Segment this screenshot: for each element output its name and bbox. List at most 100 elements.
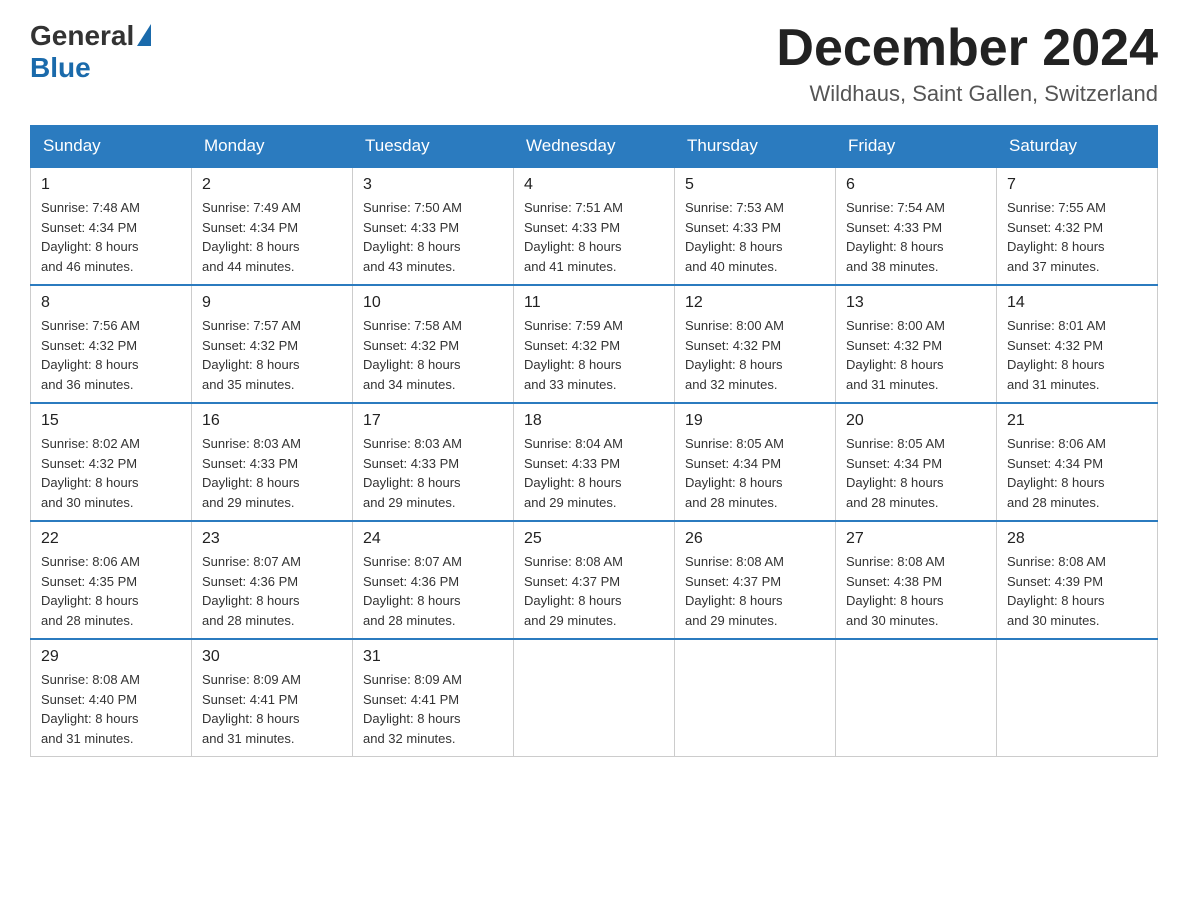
calendar-day-cell: 2 Sunrise: 7:49 AMSunset: 4:34 PMDaylight… [192,167,353,285]
day-number: 8 [41,294,181,312]
calendar-day-cell: 28 Sunrise: 8:08 AMSunset: 4:39 PMDayligh… [997,521,1158,639]
logo: General Blue [30,20,151,84]
day-number: 2 [202,176,342,194]
day-number: 14 [1007,294,1147,312]
day-info: Sunrise: 8:01 AMSunset: 4:32 PMDaylight:… [1007,316,1147,394]
day-info: Sunrise: 7:51 AMSunset: 4:33 PMDaylight:… [524,198,664,276]
day-number: 21 [1007,412,1147,430]
day-info: Sunrise: 8:04 AMSunset: 4:33 PMDaylight:… [524,434,664,512]
day-info: Sunrise: 8:07 AMSunset: 4:36 PMDaylight:… [363,552,503,630]
day-info: Sunrise: 7:57 AMSunset: 4:32 PMDaylight:… [202,316,342,394]
day-info: Sunrise: 8:05 AMSunset: 4:34 PMDaylight:… [846,434,986,512]
calendar-day-cell: 5 Sunrise: 7:53 AMSunset: 4:33 PMDaylight… [675,167,836,285]
weekday-header-sunday: Sunday [31,126,192,168]
calendar-day-cell: 18 Sunrise: 8:04 AMSunset: 4:33 PMDayligh… [514,403,675,521]
day-info: Sunrise: 8:06 AMSunset: 4:34 PMDaylight:… [1007,434,1147,512]
day-number: 16 [202,412,342,430]
day-info: Sunrise: 8:08 AMSunset: 4:40 PMDaylight:… [41,670,181,748]
day-number: 3 [363,176,503,194]
calendar-day-cell: 3 Sunrise: 7:50 AMSunset: 4:33 PMDaylight… [353,167,514,285]
day-info: Sunrise: 7:53 AMSunset: 4:33 PMDaylight:… [685,198,825,276]
day-number: 22 [41,530,181,548]
day-info: Sunrise: 7:55 AMSunset: 4:32 PMDaylight:… [1007,198,1147,276]
day-number: 26 [685,530,825,548]
calendar-week-row: 8Sunrise: 7:56 AMSunset: 4:32 PMDaylight… [31,285,1158,403]
calendar-day-cell: 22 Sunrise: 8:06 AMSunset: 4:35 PMDayligh… [31,521,192,639]
day-number: 27 [846,530,986,548]
day-number: 17 [363,412,503,430]
page-header: General Blue December 2024 Wildhaus, Sai… [30,20,1158,107]
logo-general-text: General [30,20,134,52]
weekday-header-thursday: Thursday [675,126,836,168]
day-number: 15 [41,412,181,430]
day-number: 7 [1007,176,1147,194]
day-number: 23 [202,530,342,548]
day-info: Sunrise: 8:08 AMSunset: 4:39 PMDaylight:… [1007,552,1147,630]
calendar-week-row: 15 Sunrise: 8:02 AMSunset: 4:32 PMDayligh… [31,403,1158,521]
calendar-week-row: 29Sunrise: 8:08 AMSunset: 4:40 PMDayligh… [31,639,1158,757]
calendar-day-cell: 31Sunrise: 8:09 AMSunset: 4:41 PMDayligh… [353,639,514,757]
title-section: December 2024 Wildhaus, Saint Gallen, Sw… [776,20,1158,107]
calendar-week-row: 1Sunrise: 7:48 AMSunset: 4:34 PMDaylight… [31,167,1158,285]
day-info: Sunrise: 7:59 AMSunset: 4:32 PMDaylight:… [524,316,664,394]
day-info: Sunrise: 8:05 AMSunset: 4:34 PMDaylight:… [685,434,825,512]
day-number: 28 [1007,530,1147,548]
day-info: Sunrise: 8:07 AMSunset: 4:36 PMDaylight:… [202,552,342,630]
day-number: 6 [846,176,986,194]
day-info: Sunrise: 8:08 AMSunset: 4:38 PMDaylight:… [846,552,986,630]
calendar-day-cell: 19 Sunrise: 8:05 AMSunset: 4:34 PMDayligh… [675,403,836,521]
day-number: 11 [524,294,664,312]
day-number: 9 [202,294,342,312]
calendar-day-cell: 26Sunrise: 8:08 AMSunset: 4:37 PMDayligh… [675,521,836,639]
day-number: 30 [202,648,342,666]
calendar-day-cell: 30 Sunrise: 8:09 AMSunset: 4:41 PMDayligh… [192,639,353,757]
calendar-week-row: 22 Sunrise: 8:06 AMSunset: 4:35 PMDayligh… [31,521,1158,639]
day-info: Sunrise: 7:48 AMSunset: 4:34 PMDaylight:… [41,198,181,276]
calendar-day-cell: 6 Sunrise: 7:54 AMSunset: 4:33 PMDaylight… [836,167,997,285]
weekday-header-tuesday: Tuesday [353,126,514,168]
weekday-header-saturday: Saturday [997,126,1158,168]
calendar-day-cell: 21 Sunrise: 8:06 AMSunset: 4:34 PMDayligh… [997,403,1158,521]
calendar-day-cell: 17 Sunrise: 8:03 AMSunset: 4:33 PMDayligh… [353,403,514,521]
day-info: Sunrise: 7:58 AMSunset: 4:32 PMDaylight:… [363,316,503,394]
calendar-day-cell: 25Sunrise: 8:08 AMSunset: 4:37 PMDayligh… [514,521,675,639]
day-info: Sunrise: 7:49 AMSunset: 4:34 PMDaylight:… [202,198,342,276]
calendar-day-cell: 12Sunrise: 8:00 AMSunset: 4:32 PMDayligh… [675,285,836,403]
calendar-day-cell: 27 Sunrise: 8:08 AMSunset: 4:38 PMDayligh… [836,521,997,639]
weekday-header-wednesday: Wednesday [514,126,675,168]
day-info: Sunrise: 8:09 AMSunset: 4:41 PMDaylight:… [202,670,342,748]
calendar-day-cell: 15 Sunrise: 8:02 AMSunset: 4:32 PMDayligh… [31,403,192,521]
day-info: Sunrise: 8:09 AMSunset: 4:41 PMDaylight:… [363,670,503,748]
day-info: Sunrise: 8:00 AMSunset: 4:32 PMDaylight:… [846,316,986,394]
day-number: 5 [685,176,825,194]
day-info: Sunrise: 7:50 AMSunset: 4:33 PMDaylight:… [363,198,503,276]
day-info: Sunrise: 7:54 AMSunset: 4:33 PMDaylight:… [846,198,986,276]
calendar-day-cell: 4Sunrise: 7:51 AMSunset: 4:33 PMDaylight… [514,167,675,285]
logo-blue-part [134,24,151,48]
calendar-day-cell: 23 Sunrise: 8:07 AMSunset: 4:36 PMDayligh… [192,521,353,639]
calendar-day-cell: 14 Sunrise: 8:01 AMSunset: 4:32 PMDayligh… [997,285,1158,403]
weekday-header-friday: Friday [836,126,997,168]
day-info: Sunrise: 8:06 AMSunset: 4:35 PMDaylight:… [41,552,181,630]
empty-cell [836,639,997,757]
calendar-day-cell: 24Sunrise: 8:07 AMSunset: 4:36 PMDayligh… [353,521,514,639]
day-number: 10 [363,294,503,312]
calendar-day-cell: 16 Sunrise: 8:03 AMSunset: 4:33 PMDayligh… [192,403,353,521]
day-info: Sunrise: 8:08 AMSunset: 4:37 PMDaylight:… [524,552,664,630]
day-info: Sunrise: 8:03 AMSunset: 4:33 PMDaylight:… [202,434,342,512]
calendar-day-cell: 10 Sunrise: 7:58 AMSunset: 4:32 PMDayligh… [353,285,514,403]
empty-cell [997,639,1158,757]
day-number: 18 [524,412,664,430]
calendar-day-cell: 7 Sunrise: 7:55 AMSunset: 4:32 PMDaylight… [997,167,1158,285]
location: Wildhaus, Saint Gallen, Switzerland [776,81,1158,107]
empty-cell [514,639,675,757]
calendar-day-cell: 13Sunrise: 8:00 AMSunset: 4:32 PMDayligh… [836,285,997,403]
month-title: December 2024 [776,20,1158,77]
logo-triangle-icon [137,24,151,46]
day-number: 19 [685,412,825,430]
weekday-header-monday: Monday [192,126,353,168]
day-number: 20 [846,412,986,430]
day-info: Sunrise: 8:02 AMSunset: 4:32 PMDaylight:… [41,434,181,512]
day-info: Sunrise: 8:03 AMSunset: 4:33 PMDaylight:… [363,434,503,512]
calendar-day-cell: 11 Sunrise: 7:59 AMSunset: 4:32 PMDayligh… [514,285,675,403]
